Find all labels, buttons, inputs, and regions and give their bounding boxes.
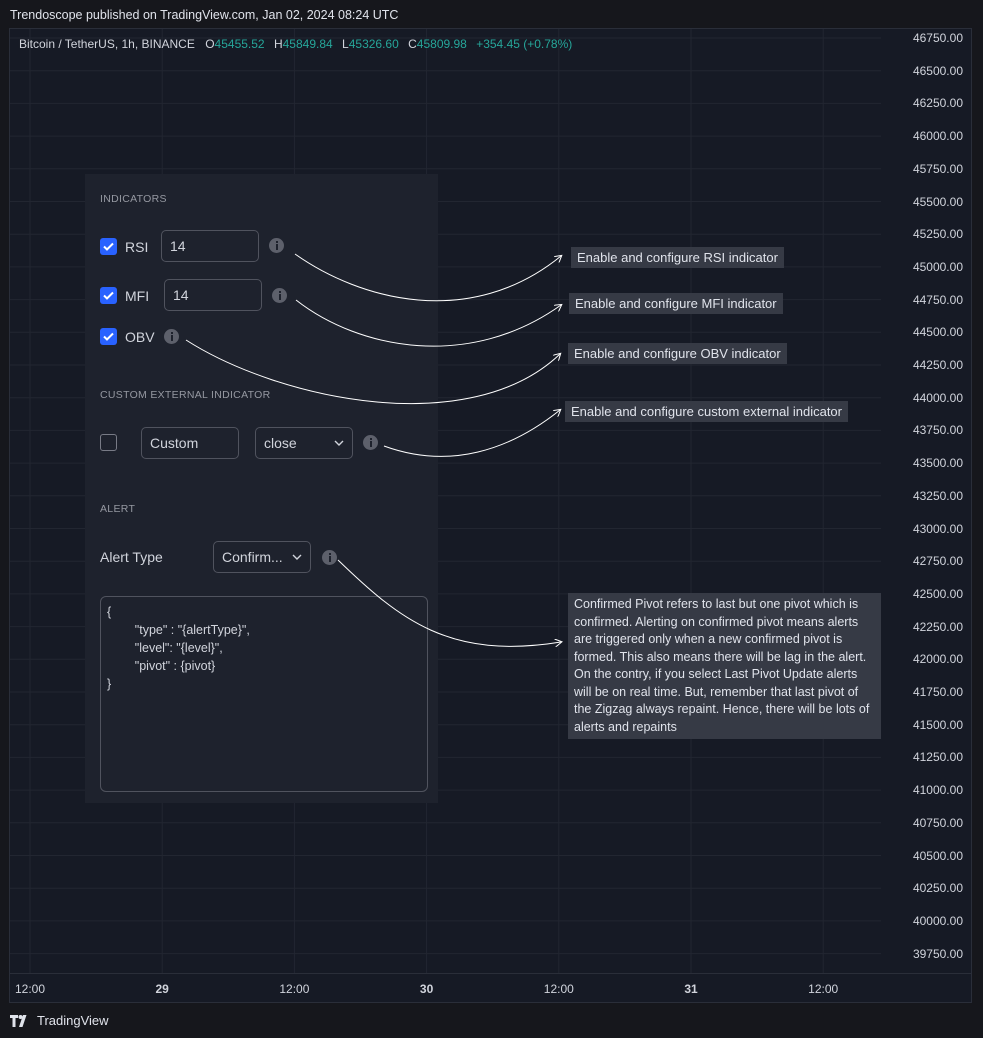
price-tick: 40500.00 [912,848,963,863]
change-value: +354.45 (+0.78%) [476,37,573,51]
alert-type-label: Alert Type [100,549,163,565]
indicators-section-title: INDICATORS [100,193,167,205]
price-tick: 41750.00 [912,685,963,699]
mfi-tooltip: Enable and configure MFI indicator [569,293,783,314]
alert-section-title: ALERT [100,503,136,515]
price-tick: 46750.00 [912,31,963,45]
price-tick: 42750.00 [912,554,963,569]
high-value: 45849.84 [282,37,333,51]
time-tick: 12:00 [14,982,46,996]
rsi-info-icon[interactable] [269,238,284,253]
price-tick: 43750.00 [912,423,963,438]
price-tick: 43250.00 [912,488,963,503]
obv-tooltip: Enable and configure OBV indicator [568,343,787,364]
close-value: 45809.98 [416,37,467,51]
price-tick: 42250.00 [912,619,963,634]
high-label: H [273,37,283,51]
price-tick: 45250.00 [912,227,963,242]
checkmark-icon [103,332,114,341]
price-tick: 44250.00 [912,358,963,372]
alert-info-icon[interactable] [322,550,337,565]
price-tick: 40250.00 [912,881,963,896]
price-tick: 44500.00 [912,325,963,340]
alert-type-select[interactable]: Confirm... [213,541,311,573]
price-axis[interactable]: 46750.00 46500.00 46250.00 46000.00 45750.00… [881,29,971,1002]
custom-name-input[interactable] [141,427,239,459]
obv-label: OBV [125,329,155,345]
low-value: 45326.60 [348,37,399,51]
symbol-legend: Bitcoin / TetherUS, 1h, BINANCE O45455.5… [19,37,578,51]
price-tick: 41000.00 [912,783,963,798]
price-tick: 46250.00 [912,96,963,111]
low-label: L [342,37,349,51]
close-label: C [408,37,417,51]
price-tick: 45750.00 [912,161,963,176]
rsi-label: RSI [125,239,149,255]
price-tick: 46000.00 [912,129,963,144]
custom-tooltip: Enable and configure custom external ind… [565,401,848,422]
mfi-label: MFI [125,288,150,304]
price-tick: 46500.00 [912,63,963,78]
time-tick: 29 [155,982,169,996]
custom-source-select[interactable]: close [255,427,353,459]
checkmark-icon [103,291,114,300]
symbol-name: Bitcoin / TetherUS, 1h, BINANCE [19,37,195,51]
custom-checkbox[interactable] [100,434,117,451]
time-tick: 12:00 [279,982,310,996]
price-tick: 44750.00 [912,292,963,307]
price-tick: 42000.00 [912,652,963,667]
rsi-length-input[interactable] [161,230,259,262]
publish-header: Trendoscope published on TradingView.com… [10,8,399,22]
obv-checkbox[interactable] [100,328,117,345]
footer-brand-label: TradingView [37,1013,109,1028]
price-tick: 40000.00 [912,913,963,928]
settings-panel: INDICATORS RSI MFI OBV CUSTOM EXTERNAL I… [85,174,438,803]
open-label: O [205,37,215,51]
custom-section-title: CUSTOM EXTERNAL INDICATOR [100,389,271,401]
open-value: 45455.52 [214,37,265,51]
rsi-tooltip: Enable and configure RSI indicator [571,247,784,268]
time-axis[interactable]: 12:00 29 12:00 30 12:00 31 12:00 [10,973,971,1002]
rsi-checkbox[interactable] [100,238,117,255]
price-tick: 45500.00 [912,194,963,209]
price-tick: 40750.00 [912,815,963,830]
price-tick: 43000.00 [912,521,963,536]
obv-info-icon[interactable] [164,329,179,344]
custom-source-value: close [264,435,297,451]
alert-type-value: Confirm... [222,549,283,565]
price-tick: 43500.00 [912,456,963,471]
price-tick: 45000.00 [912,259,963,274]
mfi-length-input[interactable] [164,279,262,311]
price-tick: 41500.00 [912,717,963,732]
tradingview-logo-icon [10,1014,27,1027]
mfi-info-icon[interactable] [272,288,287,303]
custom-info-icon[interactable] [363,435,378,450]
time-tick: 31 [684,982,698,996]
mfi-checkbox[interactable] [100,287,117,304]
chevron-down-icon [292,554,302,560]
price-tick: 44000.00 [912,390,963,405]
price-tick: 42500.00 [912,586,963,601]
alert-template-textarea[interactable]: { "type" : "{alertType}", "level": "{lev… [100,596,428,792]
price-tick: 41250.00 [912,750,963,765]
footer-brand: TradingView [10,1013,109,1028]
chevron-down-icon [334,440,344,446]
price-tick: 39750.00 [912,946,963,961]
checkmark-icon [103,242,114,251]
time-tick: 12:00 [808,982,839,996]
alert-tooltip: Confirmed Pivot refers to last but one p… [568,593,881,739]
time-tick: 12:00 [543,982,574,996]
time-tick: 30 [419,982,434,996]
